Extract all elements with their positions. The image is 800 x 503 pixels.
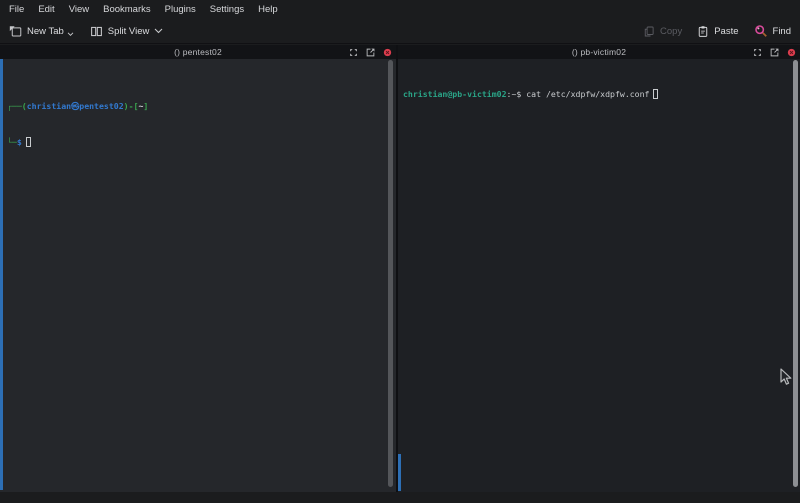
chevron-down-icon	[67, 32, 74, 37]
copy-button[interactable]: Copy	[643, 25, 682, 38]
terminal-cursor	[653, 89, 658, 99]
menu-view[interactable]: View	[62, 3, 96, 16]
detach-view-icon[interactable]	[366, 48, 375, 57]
new-tab-icon	[9, 25, 22, 38]
pane-pentest02: () pentest02	[0, 45, 396, 492]
maximize-view-icon[interactable]	[753, 48, 762, 57]
scrolled-lines-highlight	[398, 454, 401, 491]
terminal-line: christian@pb-victim02:~$ cat /etc/xdpfw/…	[403, 88, 786, 100]
split-view-button[interactable]: Split View	[90, 25, 164, 38]
close-view-icon[interactable]	[787, 48, 796, 57]
menu-file[interactable]: File	[2, 3, 31, 16]
toolbar-right-group: Copy Paste	[628, 24, 791, 38]
close-view-icon[interactable]	[383, 48, 392, 57]
split-view-label: Split View	[108, 26, 150, 37]
copy-icon	[643, 25, 655, 38]
scrollbar[interactable]	[793, 60, 798, 487]
menu-help[interactable]: Help	[251, 3, 285, 16]
pane-title: () pentest02	[0, 47, 396, 57]
find-button[interactable]: Find	[754, 24, 791, 38]
paste-button[interactable]: Paste	[697, 25, 738, 38]
copy-label: Copy	[660, 26, 682, 37]
terminal-line: ┌──(christian㉿pentest02)-[~]	[7, 100, 382, 112]
menu-edit[interactable]: Edit	[31, 3, 61, 16]
pane-titlebar-icons	[753, 45, 796, 59]
konsole-window: File Edit View Bookmarks Plugins Setting…	[0, 0, 800, 503]
terminal-pb-victim02[interactable]: christian@pb-victim02:~$ cat /etc/xdpfw/…	[398, 59, 800, 492]
new-tab-button[interactable]: New Tab	[9, 25, 74, 38]
pane-titlebar-icons	[349, 45, 392, 59]
pane-pentest02-titlebar[interactable]: () pentest02	[0, 45, 396, 59]
terminal-line: └─$	[7, 136, 382, 148]
split-container: () pentest02	[0, 45, 800, 492]
pane-title: () pb-victim02	[398, 47, 800, 57]
pane-pb-victim02: () pb-victim02	[398, 45, 800, 492]
scrollbar[interactable]	[388, 60, 393, 487]
find-label: Find	[773, 26, 791, 37]
toolbar: New Tab Split View	[0, 19, 800, 44]
menu-bookmarks[interactable]: Bookmarks	[96, 3, 158, 16]
active-view-indicator	[0, 59, 3, 490]
split-view-icon	[90, 25, 103, 38]
terminal-cursor	[26, 137, 31, 147]
menu-bar: File Edit View Bookmarks Plugins Setting…	[0, 0, 800, 19]
menu-plugins[interactable]: Plugins	[158, 3, 203, 16]
pane-pb-victim02-titlebar[interactable]: () pb-victim02	[398, 45, 800, 59]
detach-view-icon[interactable]	[770, 48, 779, 57]
terminal-pentest02[interactable]: ┌──(christian㉿pentest02)-[~] └─$	[0, 59, 396, 492]
find-icon	[754, 24, 768, 38]
new-tab-label: New Tab	[27, 26, 64, 37]
paste-icon	[697, 25, 709, 38]
maximize-view-icon[interactable]	[349, 48, 358, 57]
chevron-down-icon	[154, 28, 163, 34]
paste-label: Paste	[714, 26, 738, 37]
menu-settings[interactable]: Settings	[203, 3, 251, 16]
